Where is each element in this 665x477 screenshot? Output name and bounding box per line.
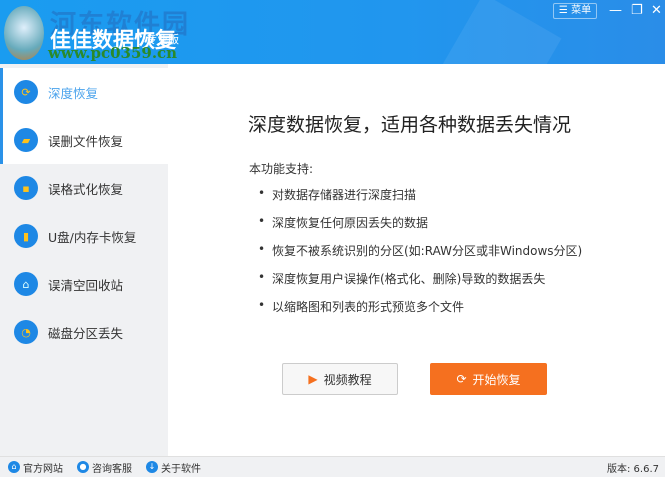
video-tutorial-button[interactable]: ▶ 视频教程 xyxy=(282,363,398,395)
list-item-text: 恢复不被系统识别的分区(如:RAW分区或非Windows分区) xyxy=(272,244,583,258)
button-label: 开始恢复 xyxy=(472,372,521,387)
page-title: 深度数据恢复，适用各种数据丢失情况 xyxy=(248,114,572,136)
recycle-bin-icon: ⌂ xyxy=(14,272,38,296)
active-indicator xyxy=(0,68,3,164)
sidebar-item-label: U盘/内存卡恢复 xyxy=(48,229,137,245)
list-item-text: 对数据存储器进行深度扫描 xyxy=(272,188,417,202)
sidebar-item-label: 磁盘分区丢失 xyxy=(48,325,124,341)
list-item: • 恢复不被系统识别的分区(如:RAW分区或非Windows分区) xyxy=(258,242,582,270)
official-site-link[interactable]: ⌂ 官方网站 xyxy=(8,460,63,475)
status-bar: ⌂ 官方网站 ● 咨询客服 ↓ 关于软件 版本: 6.6.7 xyxy=(0,456,665,477)
usb-icon: ▮ xyxy=(14,224,38,248)
restore-button[interactable]: ❐ xyxy=(631,3,643,19)
refresh-icon: ⟳ xyxy=(456,372,467,386)
refresh-icon: ⟳ xyxy=(14,80,38,104)
list-item: • 以缩略图和列表的形式预览多个文件 xyxy=(258,298,582,326)
link-label: 关于软件 xyxy=(161,463,201,475)
feature-list: • 对数据存储器进行深度扫描 • 深度恢复任何原因丢失的数据 • 恢复不被系统识别的分… xyxy=(258,186,582,326)
sidebar-item-label: 深度恢复 xyxy=(48,85,99,101)
sidebar-item-label: 误格式化恢复 xyxy=(48,181,124,197)
sidebar-item-label: 误清空回收站 xyxy=(48,277,124,293)
folder-icon: ▰ xyxy=(14,128,38,152)
sidebar: ⟳ 深度恢复 ▰ 误删文件恢复 ▪ 误格式化恢复 ▮ U盘/内存卡恢复 ⌂ 误清空回收站 … xyxy=(0,64,168,456)
about-link[interactable]: ↓ 关于软件 xyxy=(146,460,201,475)
sidebar-item-deleted-files[interactable]: ▰ 误删文件恢复 xyxy=(0,116,168,164)
decoration xyxy=(438,0,562,64)
sidebar-item-label: 误删文件恢复 xyxy=(48,133,124,149)
close-button[interactable]: ✕ xyxy=(651,3,662,19)
site-url: www.pc0359.cn xyxy=(48,44,178,62)
list-item-text: 深度恢复用户误操作(格式化、删除)导致的数据丢失 xyxy=(272,272,546,286)
list-item: • 对数据存储器进行深度扫描 xyxy=(258,186,582,214)
pie-icon: ◔ xyxy=(14,320,38,344)
user-icon: ● xyxy=(77,461,89,473)
start-recovery-button[interactable]: ⟳ 开始恢复 xyxy=(430,363,547,395)
link-label: 官方网站 xyxy=(23,463,63,475)
menu-button[interactable]: ☰ 菜单 xyxy=(553,3,597,19)
list-item: • 深度恢复用户误操作(格式化、删除)导致的数据丢失 xyxy=(258,270,582,298)
sidebar-item-deep-recovery[interactable]: ⟳ 深度恢复 xyxy=(0,68,168,116)
app-logo xyxy=(4,6,44,60)
home-icon: ⌂ xyxy=(8,461,20,473)
list-item-text: 深度恢复任何原因丢失的数据 xyxy=(272,216,429,230)
minimize-button[interactable]: — xyxy=(609,3,622,19)
harddisk-icon: ▪ xyxy=(14,176,38,200)
sidebar-item-recycle-bin[interactable]: ⌂ 误清空回收站 xyxy=(0,260,168,308)
support-label: 本功能支持: xyxy=(249,162,314,176)
sidebar-item-usb-recovery[interactable]: ▮ U盘/内存卡恢复 xyxy=(0,212,168,260)
list-item-text: 以缩略图和列表的形式预览多个文件 xyxy=(272,300,465,314)
version-label: 版本: 6.6.7 xyxy=(607,463,659,475)
title-bar: 河东软件园 佳佳数据恢复 专业版 www.pc0359.cn ☰ 菜单 — ❐ … xyxy=(0,0,665,64)
sidebar-item-format-recovery[interactable]: ▪ 误格式化恢复 xyxy=(0,164,168,212)
button-label: 视频教程 xyxy=(323,372,372,387)
list-item: • 深度恢复任何原因丢失的数据 xyxy=(258,214,582,242)
download-icon: ↓ xyxy=(146,461,158,473)
sidebar-item-partition-lost[interactable]: ◔ 磁盘分区丢失 xyxy=(0,308,168,356)
play-icon: ▶ xyxy=(308,372,318,386)
support-link[interactable]: ● 咨询客服 xyxy=(77,460,132,475)
link-label: 咨询客服 xyxy=(92,463,132,475)
